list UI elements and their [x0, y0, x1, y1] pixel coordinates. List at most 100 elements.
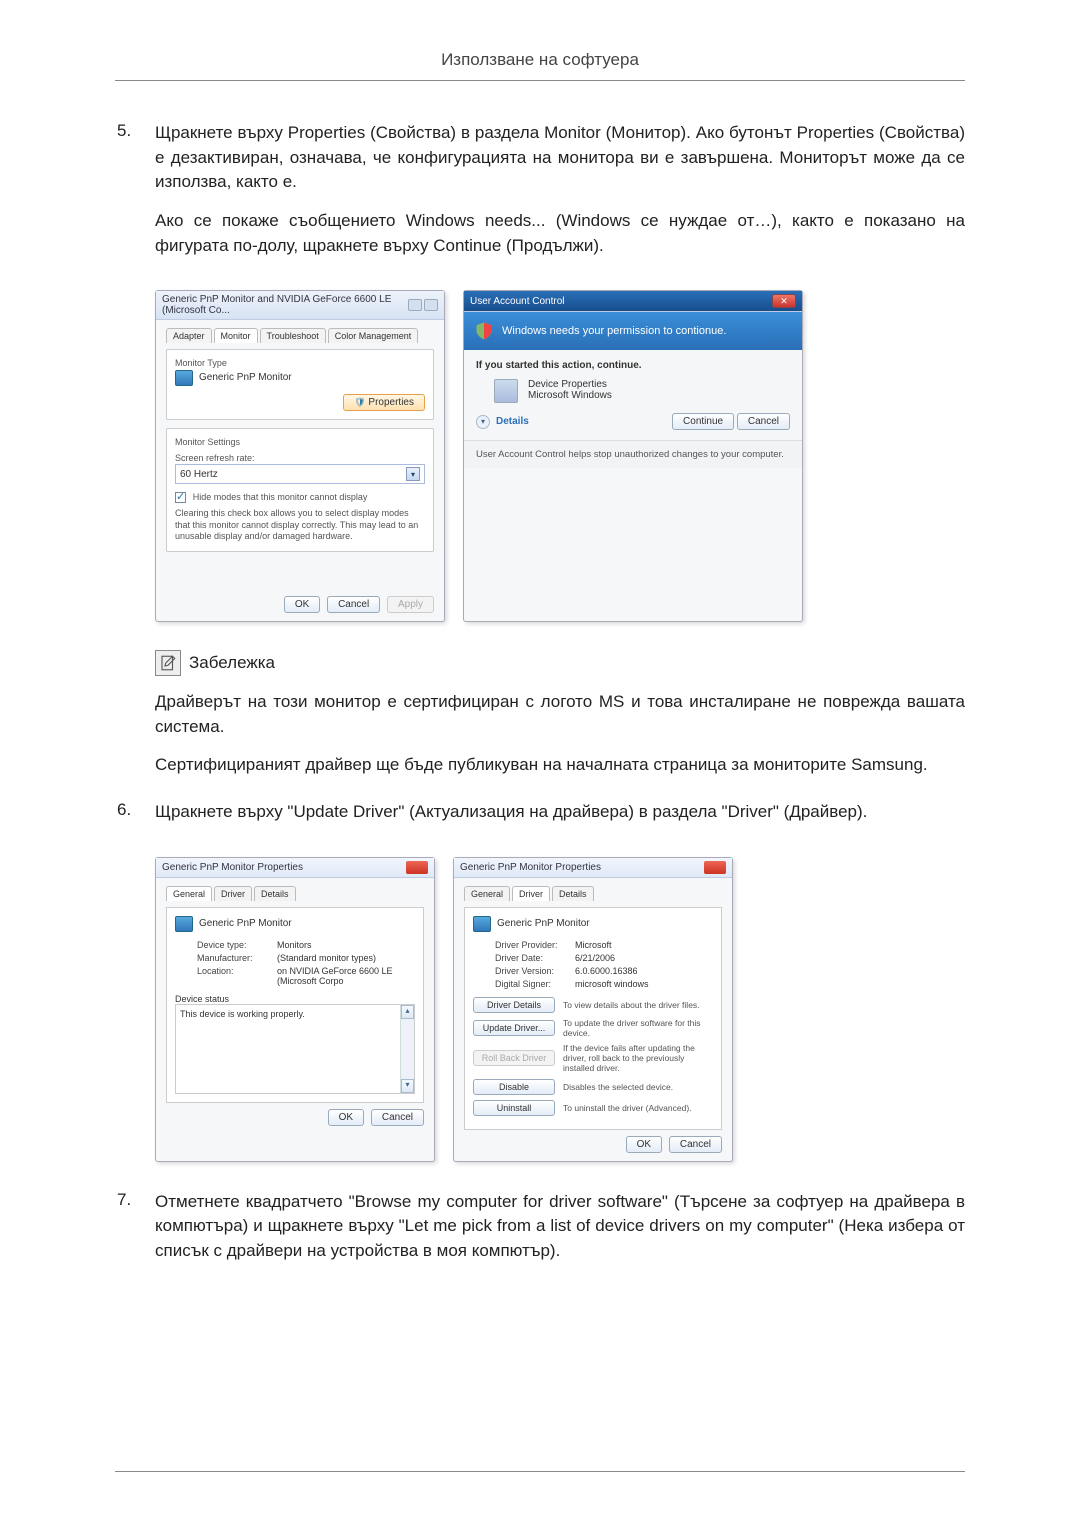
- monitor-type-label: Monitor Type: [175, 358, 425, 370]
- note-icon: [155, 650, 181, 676]
- step-number: 5.: [115, 121, 155, 272]
- uninstall-desc: To uninstall the driver (Advanced).: [563, 1103, 713, 1113]
- properties-button[interactable]: 🛡 Properties: [343, 394, 425, 411]
- rollback-desc: If the device fails after updating the d…: [563, 1043, 713, 1074]
- device-name: Generic PnP Monitor: [199, 918, 292, 929]
- step-5: 5. Щракнете върху Properties (Свойства) …: [115, 121, 965, 272]
- details-label: Details: [496, 416, 529, 427]
- note-title: Забележка: [189, 653, 275, 673]
- signer-label: Digital Signer:: [495, 979, 575, 989]
- tab-general[interactable]: General: [166, 886, 212, 901]
- cancel-button[interactable]: Cancel: [371, 1109, 424, 1126]
- ok-button[interactable]: OK: [328, 1109, 364, 1126]
- step-5-p2: Ако се покаже съобщението Windows needs.…: [155, 209, 965, 258]
- device-status-label: Device status: [175, 994, 415, 1004]
- uac-banner-text: Windows needs your permission to contion…: [502, 325, 726, 337]
- device-name: Generic PnP Monitor: [497, 918, 590, 929]
- ok-button[interactable]: OK: [626, 1136, 662, 1153]
- uac-titlebar: User Account Control ✕: [464, 291, 802, 312]
- monitor-icon: [175, 916, 193, 932]
- window-title: Generic PnP Monitor Properties: [162, 862, 303, 873]
- close-icon[interactable]: ✕: [772, 294, 796, 308]
- location-label: Location:: [197, 966, 277, 986]
- scroll-down-icon[interactable]: ▾: [401, 1079, 414, 1093]
- monitor-properties-dialog: Generic PnP Monitor and NVIDIA GeForce 6…: [155, 290, 445, 622]
- disable-button[interactable]: Disable: [473, 1079, 555, 1095]
- uac-program-name: Device Properties: [528, 379, 612, 390]
- step-7: 7. Отметнете квадратчето "Browse my comp…: [115, 1190, 965, 1278]
- apply-button: Apply: [387, 596, 434, 613]
- cancel-button[interactable]: Cancel: [327, 596, 380, 613]
- note-p2: Сертифицираният драйвер ще бъде публикув…: [155, 753, 965, 778]
- close-icon[interactable]: [406, 861, 428, 874]
- refresh-rate-label: Screen refresh rate:: [175, 453, 425, 465]
- close-icon[interactable]: [424, 299, 438, 311]
- signer-value: microsoft windows: [575, 979, 713, 989]
- help-icon[interactable]: [408, 299, 422, 311]
- uac-title: User Account Control: [470, 296, 565, 307]
- tab-monitor[interactable]: Monitor: [214, 328, 258, 343]
- monitor-icon: [473, 916, 491, 932]
- refresh-rate-select[interactable]: 60 Hertz ▾: [175, 464, 425, 484]
- tab-adapter[interactable]: Adapter: [166, 328, 212, 343]
- hide-modes-desc: Clearing this check box allows you to se…: [175, 508, 425, 543]
- device-type-value: Monitors: [277, 940, 415, 950]
- continue-button[interactable]: Continue: [672, 413, 734, 430]
- provider-label: Driver Provider:: [495, 940, 575, 950]
- titlebar: Generic PnP Monitor and NVIDIA GeForce 6…: [156, 291, 444, 320]
- version-label: Driver Version:: [495, 966, 575, 976]
- update-driver-desc: To update the driver software for this d…: [563, 1018, 713, 1038]
- note-heading: Забележка: [155, 650, 965, 676]
- program-icon: [494, 379, 518, 403]
- uac-banner: Windows needs your permission to contion…: [464, 312, 802, 350]
- device-type-label: Device type:: [197, 940, 277, 950]
- uninstall-button[interactable]: Uninstall: [473, 1100, 555, 1116]
- window-title: Generic PnP Monitor Properties: [460, 862, 601, 873]
- tab-troubleshoot[interactable]: Troubleshoot: [260, 328, 326, 343]
- uac-footer-text: User Account Control helps stop unauthor…: [464, 440, 802, 468]
- update-driver-button[interactable]: Update Driver...: [473, 1020, 555, 1036]
- chevron-down-icon: ▾: [476, 415, 490, 429]
- chevron-down-icon: ▾: [406, 467, 420, 481]
- refresh-rate-value: 60 Hertz: [180, 469, 218, 480]
- note-p1: Драйверът на този монитор е сертифициран…: [155, 690, 965, 739]
- close-icon[interactable]: [704, 861, 726, 874]
- cancel-button[interactable]: Cancel: [669, 1136, 722, 1153]
- cancel-button[interactable]: Cancel: [737, 413, 790, 430]
- tabs: Adapter Monitor Troubleshoot Color Manag…: [166, 328, 434, 343]
- uac-dialog: User Account Control ✕ Windows needs you…: [463, 290, 803, 622]
- tab-general[interactable]: General: [464, 886, 510, 901]
- step-5-p1: Щракнете върху Properties (Свойства) в р…: [155, 121, 965, 195]
- tab-details[interactable]: Details: [254, 886, 296, 901]
- page-header: Използване на софтуера: [115, 50, 965, 81]
- properties-label: Properties: [368, 397, 414, 408]
- ok-button[interactable]: OK: [284, 596, 320, 613]
- tab-color-management[interactable]: Color Management: [328, 328, 419, 343]
- step-6: 6. Щракнете върху "Update Driver" (Актуа…: [115, 800, 965, 839]
- uac-vendor: Microsoft Windows: [528, 390, 612, 401]
- tab-driver[interactable]: Driver: [512, 886, 550, 901]
- figures-row-2: Generic PnP Monitor Properties General D…: [155, 857, 965, 1162]
- footer-rule: [115, 1471, 965, 1472]
- manufacturer-value: (Standard monitor types): [277, 953, 415, 963]
- rollback-button: Roll Back Driver: [473, 1050, 555, 1066]
- manufacturer-label: Manufacturer:: [197, 953, 277, 963]
- shield-icon: [474, 320, 494, 342]
- scrollbar[interactable]: ▴ ▾: [400, 1005, 414, 1093]
- tab-driver[interactable]: Driver: [214, 886, 252, 901]
- tab-details[interactable]: Details: [552, 886, 594, 901]
- titlebar: Generic PnP Monitor Properties: [454, 858, 732, 878]
- driver-details-button[interactable]: Driver Details: [473, 997, 555, 1013]
- uac-started-text: If you started this action, continue.: [476, 360, 790, 371]
- hide-modes-checkbox[interactable]: [175, 492, 186, 503]
- details-toggle[interactable]: ▾ Details: [476, 415, 529, 429]
- scroll-up-icon[interactable]: ▴: [401, 1005, 414, 1019]
- hide-modes-label: Hide modes that this monitor cannot disp…: [193, 492, 368, 502]
- driver-details-desc: To view details about the driver files.: [563, 1000, 713, 1010]
- location-value: on NVIDIA GeForce 6600 LE (Microsoft Cor…: [277, 966, 415, 986]
- device-status-box: This device is working properly. ▴ ▾: [175, 1004, 415, 1094]
- version-value: 6.0.6000.16386: [575, 966, 713, 976]
- step-7-p1: Отметнете квадратчето "Browse my compute…: [155, 1190, 965, 1264]
- step-6-p1: Щракнете върху "Update Driver" (Актуализ…: [155, 800, 965, 825]
- monitor-name: Generic PnP Monitor: [199, 372, 292, 383]
